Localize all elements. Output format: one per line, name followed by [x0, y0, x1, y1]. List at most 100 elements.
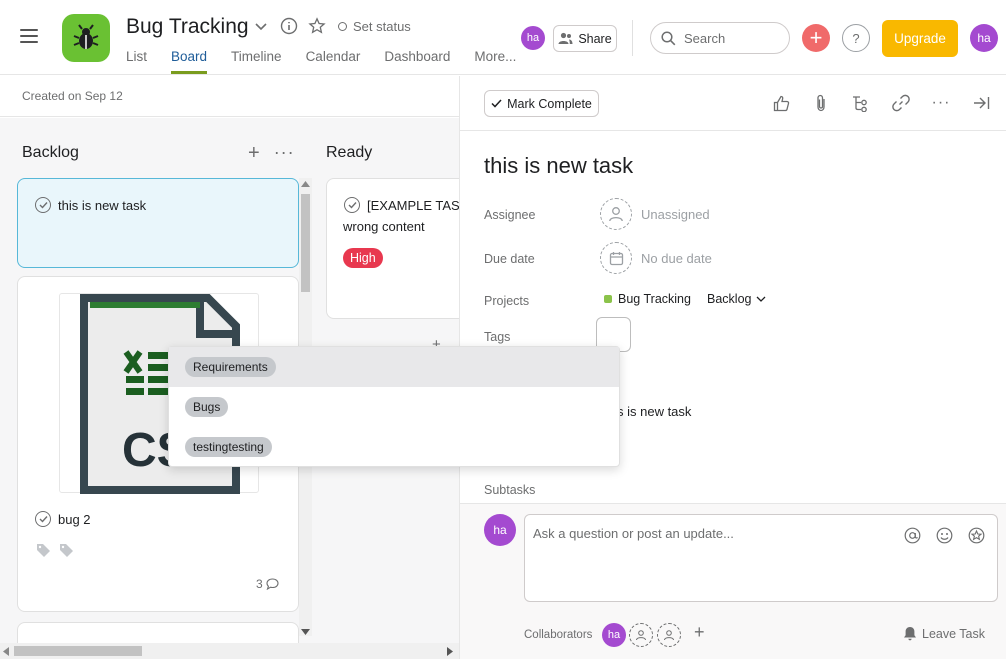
due-date-value: No due date — [641, 250, 712, 266]
tab-timeline[interactable]: Timeline — [231, 47, 282, 74]
description-text[interactable]: s is new task — [617, 404, 691, 419]
tab-dashboard[interactable]: Dashboard — [384, 47, 450, 74]
task-card-title-line2: wrong content — [343, 219, 425, 234]
tab-board[interactable]: Board — [171, 47, 208, 74]
comment-count[interactable]: 3 — [256, 577, 279, 591]
share-button[interactable]: Share — [553, 25, 617, 52]
attachment-icon[interactable] — [810, 92, 832, 114]
member-avatar[interactable]: ha — [521, 26, 545, 50]
due-date-field[interactable]: No due date — [600, 242, 712, 274]
bug-icon — [62, 14, 110, 62]
tags-label: Tags — [484, 330, 511, 344]
set-status-button[interactable]: Set status — [338, 19, 411, 34]
column-title-ready: Ready — [326, 144, 373, 161]
info-icon[interactable] — [279, 16, 299, 36]
priority-badge: High — [343, 248, 383, 268]
status-dot-icon — [338, 22, 347, 31]
add-collaborator-plus-icon[interactable]: + — [694, 622, 705, 643]
like-icon[interactable] — [770, 92, 792, 114]
hamburger-menu-icon[interactable] — [20, 29, 38, 43]
collaborators-label: Collaborators — [524, 629, 593, 641]
mention-icon[interactable] — [903, 526, 921, 544]
emoji-icon[interactable] — [935, 526, 953, 544]
subtask-icon[interactable] — [850, 92, 872, 114]
section-name: Backlog — [707, 292, 752, 306]
add-collaborator-icon[interactable] — [657, 623, 681, 647]
upgrade-button[interactable]: Upgrade — [882, 20, 958, 57]
tag-option-bugs[interactable]: Bugs — [169, 387, 619, 427]
assignee-label: Assignee — [484, 208, 536, 222]
mark-complete-button[interactable]: Mark Complete — [484, 90, 599, 117]
board-subheader: Created on Sep 12 — [0, 76, 459, 117]
search-input[interactable]: Search — [650, 22, 790, 54]
projects-label: Projects — [484, 294, 530, 308]
tag-option-testingtesting[interactable]: testingtesting — [169, 427, 619, 467]
tag-pill: Bugs — [185, 397, 229, 417]
scrollbar-thumb[interactable] — [14, 646, 142, 656]
project-chip[interactable]: Bug Tracking — [604, 292, 691, 306]
scroll-down-arrow-icon[interactable] — [301, 629, 310, 635]
bell-icon — [904, 627, 916, 641]
project-color-swatch — [604, 295, 612, 303]
tab-calendar[interactable]: Calendar — [306, 47, 361, 74]
due-date-label: Due date — [484, 252, 535, 266]
column-actions: + ··· — [248, 142, 295, 165]
chevron-down-icon[interactable] — [251, 16, 271, 36]
collaborator-avatar[interactable]: ha — [602, 623, 626, 647]
assignee-field[interactable]: Unassigned — [600, 198, 710, 230]
more-options-icon[interactable]: ··· — [274, 142, 295, 165]
tag-icon — [60, 544, 73, 557]
project-title[interactable]: Bug Tracking — [126, 15, 249, 39]
scrollbar-thumb[interactable] — [301, 194, 310, 292]
leave-task-label: Leave Task — [922, 626, 986, 641]
add-task-icon[interactable]: + — [248, 142, 260, 165]
tag-icon — [37, 544, 50, 557]
scroll-up-arrow-icon[interactable] — [301, 181, 310, 187]
more-actions-icon[interactable]: ··· — [930, 92, 952, 114]
tag-pill: Requirements — [185, 357, 276, 377]
task-card-title: bug 2 — [58, 511, 91, 527]
add-collaborator-icon[interactable] — [629, 623, 653, 647]
star-icon[interactable] — [307, 16, 327, 36]
assignee-value: Unassigned — [641, 206, 710, 222]
created-date: Created on Sep 12 — [22, 89, 123, 103]
section-select[interactable]: Backlog — [707, 292, 767, 306]
tag-suggestions-dropdown: Requirements Bugs testingtesting — [168, 346, 620, 467]
link-icon[interactable] — [890, 92, 912, 114]
tag-option-requirements[interactable]: Requirements — [169, 347, 619, 387]
people-icon — [558, 32, 573, 44]
task-card-title: this is new task — [58, 197, 147, 213]
tag-pill: testingtesting — [185, 437, 272, 457]
comment-avatar: ha — [484, 514, 516, 546]
comment-count-value: 3 — [256, 577, 263, 591]
tab-more[interactable]: More... — [474, 47, 516, 74]
comment-input[interactable]: Ask a question or post an update... — [524, 514, 998, 602]
user-avatar[interactable]: ha — [970, 24, 998, 52]
task-card-selected[interactable]: this is new task — [17, 178, 299, 268]
help-button[interactable]: ? — [842, 24, 870, 52]
task-card[interactable]: [EXAMPLE TASK wrong content High — [326, 178, 459, 319]
check-circle-icon[interactable] — [35, 197, 51, 213]
comment-icon — [266, 578, 279, 590]
close-panel-icon[interactable] — [970, 92, 992, 114]
comment-area: ha Ask a question or post an update... C… — [460, 503, 1006, 659]
project-chip-name: Bug Tracking — [618, 292, 691, 306]
project-nav-tabs: List Board Timeline Calendar Dashboard M… — [126, 47, 540, 74]
scroll-left-arrow-icon[interactable] — [3, 647, 9, 656]
column-title-backlog: Backlog — [22, 144, 79, 161]
scroll-right-arrow-icon[interactable] — [447, 647, 453, 656]
appreciation-star-icon[interactable] — [967, 526, 985, 544]
search-icon — [661, 30, 676, 45]
search-placeholder: Search — [684, 30, 726, 46]
subtasks-label: Subtasks — [484, 483, 536, 497]
check-circle-icon[interactable] — [35, 511, 51, 527]
task-card-title: [EXAMPLE TASK — [367, 197, 459, 213]
board-horizontal-scrollbar[interactable] — [0, 643, 459, 659]
chevron-down-icon — [757, 296, 766, 302]
task-title[interactable]: this is new task — [484, 153, 633, 179]
leave-task-button[interactable]: Leave Task — [903, 626, 985, 641]
check-circle-icon[interactable] — [344, 197, 360, 213]
tab-list[interactable]: List — [126, 47, 147, 74]
quick-add-button[interactable]: + — [802, 24, 830, 52]
person-icon — [600, 198, 632, 230]
